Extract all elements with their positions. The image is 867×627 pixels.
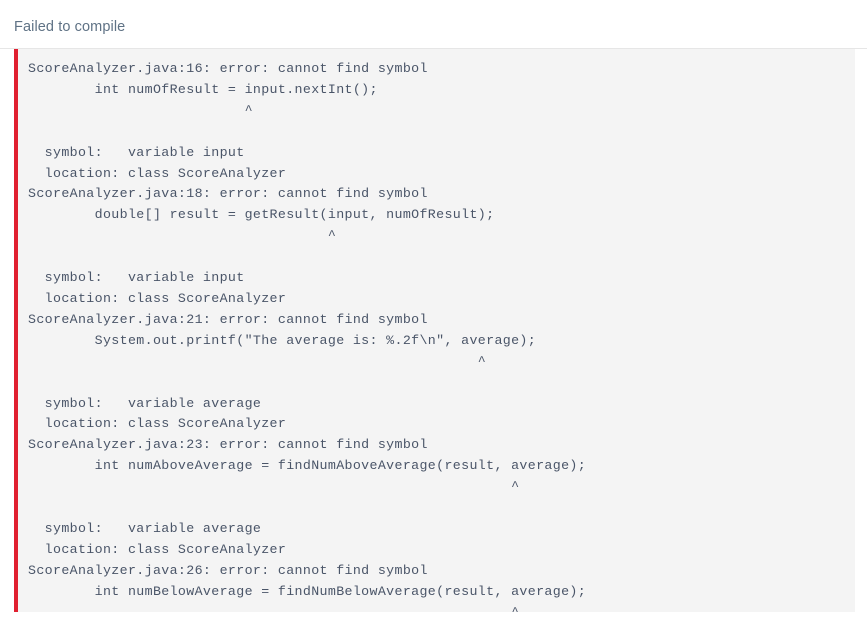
compiler-output-line: location: class ScoreAnalyzer	[28, 541, 287, 557]
compiler-output-line: double[] result = getResult(input, numOf…	[28, 207, 495, 223]
compiler-output-line: location: class ScoreAnalyzer	[28, 290, 287, 306]
compiler-output-line: int numOfResult = input.nextInt();	[28, 81, 378, 97]
compiler-output-line: System.out.printf("The average is: %.2f\…	[28, 332, 537, 348]
compiler-output-line: symbol: variable input	[28, 270, 245, 286]
compile-error-page: Failed to compile ScoreAnalyzer.java:16:…	[0, 0, 867, 627]
compiler-output-line: location: class ScoreAnalyzer	[28, 416, 287, 432]
compiler-output-line: ^	[28, 479, 520, 495]
compiler-output-line: ScoreAnalyzer.java:21: error: cannot fin…	[28, 311, 428, 327]
compiler-output-line	[28, 373, 855, 394]
compiler-output-line: symbol: variable input	[28, 144, 245, 160]
compiler-output-line	[28, 247, 855, 268]
page-header: Failed to compile	[0, 0, 867, 40]
compiler-output-line: ^	[28, 353, 487, 369]
compiler-output-line: ScoreAnalyzer.java:16: error: cannot fin…	[28, 61, 428, 76]
compile-error-panel: ScoreAnalyzer.java:16: error: cannot fin…	[14, 49, 855, 612]
compiler-output-line: ^	[28, 228, 337, 244]
page-title: Failed to compile	[14, 19, 126, 35]
compiler-output-line: ^	[28, 102, 253, 118]
compiler-output-line: int numAboveAverage = findNumAboveAverag…	[28, 458, 587, 474]
compiler-output-line	[28, 122, 855, 143]
compiler-output-line: symbol: variable average	[28, 520, 262, 536]
compiler-output-line: symbol: variable average	[28, 395, 262, 411]
compiler-output-line: location: class ScoreAnalyzer	[28, 165, 287, 181]
compiler-output-text[interactable]: ScoreAnalyzer.java:16: error: cannot fin…	[28, 59, 855, 612]
compiler-output-line: ScoreAnalyzer.java:26: error: cannot fin…	[28, 562, 428, 578]
compiler-output-line: int numBelowAverage = findNumBelowAverag…	[28, 583, 587, 599]
compiler-output-line: ScoreAnalyzer.java:23: error: cannot fin…	[28, 437, 428, 453]
compiler-output-line	[28, 498, 855, 519]
compiler-output-line: ScoreAnalyzer.java:18: error: cannot fin…	[28, 186, 428, 202]
compile-error-body: ScoreAnalyzer.java:16: error: cannot fin…	[18, 49, 855, 612]
compiler-output-line: ^	[28, 603, 855, 612]
